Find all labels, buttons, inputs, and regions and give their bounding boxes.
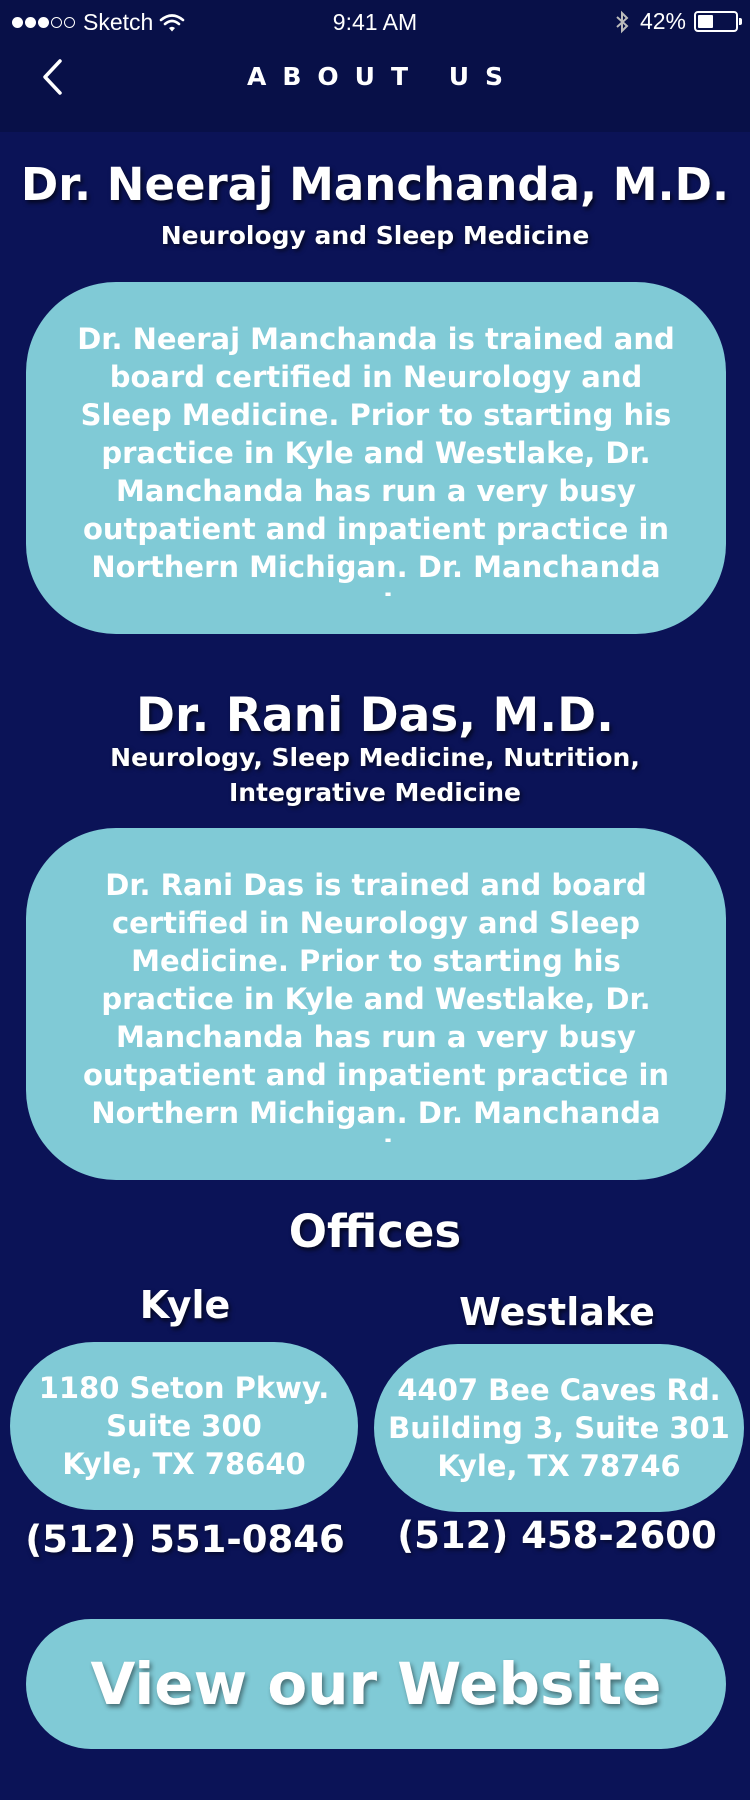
address-line: 1180 Seton Pkwy. xyxy=(38,1371,330,1405)
doctor-name: Dr. Rani Das, M.D. xyxy=(136,688,614,743)
office-name-westlake: Westlake xyxy=(459,1290,655,1334)
doctor-specialty-line1: Neurology, Sleep Medicine, Nutrition, xyxy=(110,743,640,772)
battery-icon xyxy=(694,11,742,32)
address-line: Kyle, TX 78640 xyxy=(62,1447,306,1481)
page-title: ABOUT US xyxy=(246,62,520,91)
doctor-name: Dr. Neeraj Manchanda, M.D. xyxy=(20,158,730,211)
office-address-card[interactable]: 4407 Bee Caves Rd. Building 3, Suite 301… xyxy=(374,1344,744,1512)
office-name-kyle: Kyle xyxy=(139,1283,231,1327)
office-phone-link[interactable]: (512) 551-0846 xyxy=(10,1518,360,1561)
address-line: Building 3, Suite 301 xyxy=(388,1411,730,1445)
battery-percent: 42% xyxy=(639,8,686,34)
status-bar: Sketch 9:41 AM 42% xyxy=(0,0,750,46)
office-phone-link[interactable]: (512) 458-2600 xyxy=(382,1514,732,1557)
doctor-bio-card[interactable]: Dr. Rani Das is trained and board certif… xyxy=(26,828,726,1180)
doctor-bio-card[interactable]: Dr. Neeraj Manchanda is trained and boar… xyxy=(26,282,726,634)
doctor-specialty-line2: Integrative Medicine xyxy=(228,778,522,807)
address-line: Kyle, TX 78746 xyxy=(437,1449,681,1483)
doctor-specialty: Neurology and Sleep Medicine xyxy=(160,221,590,250)
view-website-button[interactable]: View our Website xyxy=(26,1619,726,1749)
doctor-bio-text: Dr. Neeraj Manchanda is trained and boar… xyxy=(77,322,675,596)
status-right: 42% xyxy=(614,8,742,35)
office-address-card[interactable]: 1180 Seton Pkwy. Suite 300 Kyle, TX 7864… xyxy=(10,1342,358,1510)
bluetooth-icon xyxy=(616,10,629,33)
nav-bar: ABOUT US xyxy=(0,46,750,132)
address-line: 4407 Bee Caves Rd. xyxy=(397,1373,721,1407)
address-line: Suite 300 xyxy=(106,1409,262,1443)
doctor-bio-text: Dr. Rani Das is trained and board certif… xyxy=(82,868,670,1142)
offices-title: Offices xyxy=(288,1205,462,1258)
